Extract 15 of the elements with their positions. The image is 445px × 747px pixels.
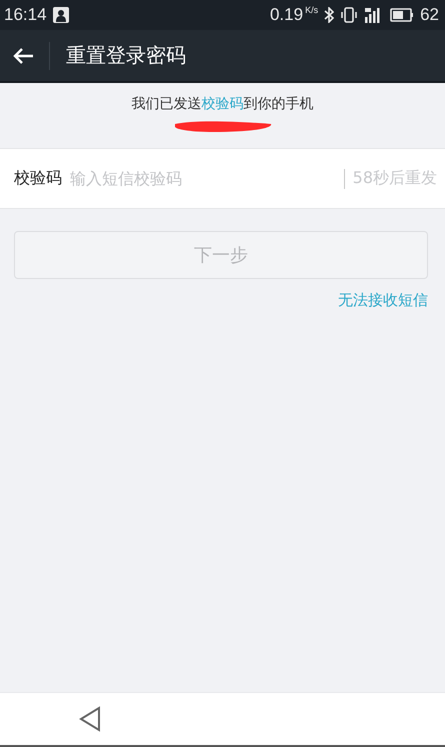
code-input-field[interactable]: 输入短信校验码 xyxy=(70,169,344,188)
field-label: 校验码 xyxy=(14,168,62,189)
battery-percent: 62 xyxy=(420,5,439,25)
clock-time: 16:14 xyxy=(4,5,47,25)
sent-message: 我们已发送校验码到你的手机 xyxy=(132,95,314,113)
battery-icon xyxy=(390,7,414,23)
vibrate-icon xyxy=(340,7,358,23)
bluetooth-icon xyxy=(324,7,334,23)
speed-unit: K/s xyxy=(305,5,318,15)
back-triangle-icon[interactable] xyxy=(78,706,102,732)
back-arrow-icon[interactable] xyxy=(12,46,34,64)
cannot-receive-sms-link[interactable]: 无法接收短信 xyxy=(338,291,428,310)
network-speed: 0.19 xyxy=(270,5,304,25)
notification-icon xyxy=(52,7,69,23)
page-title: 重置登录密码 xyxy=(66,42,186,69)
